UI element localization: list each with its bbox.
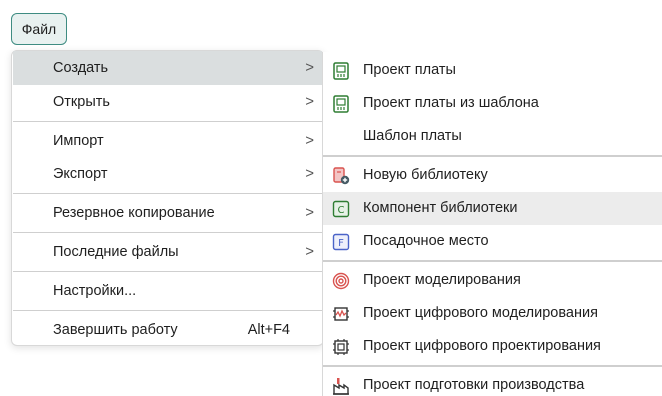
- menu-item-label: Завершить работу: [53, 322, 178, 338]
- submenu-item-label: Проект платы из шаблона: [363, 95, 539, 111]
- menu-item-open[interactable]: Открыть >: [13, 85, 322, 119]
- digital-design-icon: [333, 339, 349, 355]
- menu-item-backup[interactable]: Резервное копирование >: [13, 196, 322, 230]
- submenu-item-new-library[interactable]: Новую библиотеку: [323, 159, 662, 192]
- submenu-item-board-from-template[interactable]: Проект платы из шаблона: [323, 87, 662, 120]
- submenu-item-label: Компонент библиотеки: [363, 200, 518, 216]
- submenu-divider: [323, 260, 662, 262]
- submenu-item-label: Шаблон платы: [363, 128, 462, 144]
- menu-divider: [13, 193, 322, 194]
- shortcut-label: Alt+F4: [247, 322, 290, 338]
- submenu-item-board-project[interactable]: Проект платы: [323, 54, 662, 87]
- menu-item-recent-files[interactable]: Последние файлы >: [13, 235, 322, 269]
- submenu-item-label: Проект моделирования: [363, 272, 521, 288]
- menu-item-label: Импорт: [53, 133, 104, 149]
- submenu-item-label: Проект цифрового моделирования: [363, 305, 598, 321]
- submenu-item-label: Проект подготовки производства: [363, 377, 585, 393]
- submenu-item-simulation-project[interactable]: Проект моделирования: [323, 264, 662, 297]
- file-menu-button[interactable]: Файл: [11, 13, 67, 45]
- digital-simulation-icon: [333, 307, 349, 321]
- submenu-item-manufacturing[interactable]: Проект подготовки производства: [323, 369, 662, 396]
- menu-divider: [13, 232, 322, 233]
- menu-item-exit[interactable]: Завершить работу Alt+F4: [13, 313, 322, 347]
- chevron-right-icon: >: [305, 165, 314, 182]
- menu-divider: [13, 121, 322, 122]
- submenu-divider: [323, 365, 662, 367]
- footprint-letter: F: [338, 238, 344, 249]
- chevron-right-icon: >: [305, 132, 314, 149]
- submenu-item-library-component[interactable]: C Компонент библиотеки: [323, 192, 662, 225]
- submenu-item-board-template[interactable]: Шаблон платы: [323, 120, 662, 153]
- menu-item-label: Последние файлы: [53, 244, 179, 260]
- chevron-right-icon: >: [305, 204, 314, 221]
- chevron-right-icon: >: [305, 93, 314, 110]
- manufacturing-icon: [333, 378, 349, 395]
- library-component-icon: C: [332, 200, 350, 218]
- menu-item-label: Экспорт: [53, 166, 108, 182]
- menu-divider: [13, 271, 322, 272]
- menu-item-label: Резервное копирование: [53, 205, 215, 221]
- simulation-project-icon: [332, 272, 350, 290]
- file-dropdown-menu: Создать > Открыть > Импорт > Экспорт > Р…: [11, 50, 324, 346]
- component-letter: C: [338, 205, 345, 216]
- menu-item-settings[interactable]: Настройки...: [13, 274, 322, 308]
- submenu-item-footprint[interactable]: F Посадочное место: [323, 225, 662, 258]
- create-submenu: Проект платы Проект платы из шаблона Шаб…: [322, 52, 662, 396]
- submenu-item-label: Проект цифрового проектирования: [363, 338, 601, 354]
- menu-item-label: Настройки...: [53, 283, 137, 299]
- menu-item-label: Создать: [53, 60, 109, 76]
- submenu-item-digital-design[interactable]: Проект цифрового проектирования: [323, 330, 662, 363]
- submenu-item-label: Посадочное место: [363, 233, 489, 249]
- submenu-item-label: Проект платы: [363, 62, 456, 78]
- new-library-icon: [333, 167, 350, 185]
- submenu-item-digital-simulation[interactable]: Проект цифрового моделирования: [323, 297, 662, 330]
- board-template-project-icon: [333, 95, 349, 113]
- board-project-icon: [333, 62, 349, 80]
- app-window: Файл Создать > Открыть > Импорт > Экспор…: [0, 0, 662, 396]
- chevron-right-icon: >: [305, 243, 314, 260]
- submenu-item-label: Новую библиотеку: [363, 167, 488, 183]
- menu-item-label: Открыть: [53, 94, 110, 110]
- footprint-icon: F: [332, 233, 350, 251]
- submenu-divider: [323, 155, 662, 157]
- menu-divider: [13, 310, 322, 311]
- menu-item-create[interactable]: Создать >: [13, 51, 322, 85]
- menu-item-import[interactable]: Импорт >: [13, 124, 322, 158]
- chevron-right-icon: >: [305, 59, 314, 76]
- menu-item-export[interactable]: Экспорт >: [13, 157, 322, 191]
